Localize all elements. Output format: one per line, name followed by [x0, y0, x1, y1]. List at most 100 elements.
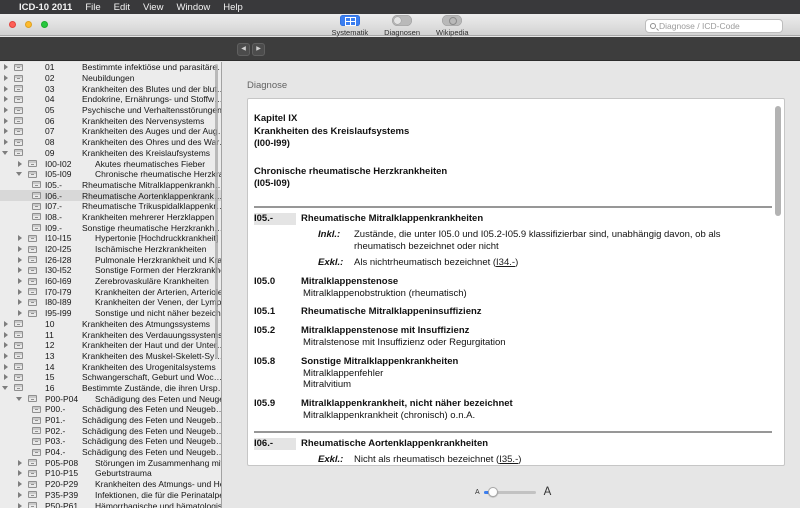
tree-row-02[interactable]: 02Neubildungen: [0, 73, 221, 84]
tree-row-01[interactable]: 01Bestimmte infektiöse und parasitäre…: [0, 62, 221, 73]
app-menu-title[interactable]: ICD-10 2011: [19, 2, 72, 13]
tree-row-P03.-[interactable]: P03.-Schädigung des Feten und Neugeb…: [0, 436, 221, 447]
chevron-right-icon[interactable]: [4, 107, 8, 113]
chevron-down-icon[interactable]: [16, 172, 22, 176]
chevron-right-icon[interactable]: [4, 374, 8, 380]
chevron-right-icon[interactable]: [4, 353, 8, 359]
tree-row-I80-I89[interactable]: I80-I89Krankheiten der Venen, der Lymphg…: [0, 297, 221, 308]
tree-row-12[interactable]: 12Krankheiten der Haut und der Unter…: [0, 340, 221, 351]
sidebar-scrollbar[interactable]: [215, 64, 218, 359]
tree-row-I30-I52[interactable]: I30-I52Sonstige Formen der Herzkrankheit: [0, 265, 221, 276]
chevron-right-icon[interactable]: [18, 299, 22, 305]
menubar-item-window[interactable]: Window: [176, 2, 210, 13]
tree-row-P35-P39[interactable]: P35-P39Infektionen, die für die Perinata…: [0, 490, 221, 501]
chevron-right-icon[interactable]: [18, 235, 22, 241]
tree-row-I05-I09[interactable]: I05-I09Chronische rheumatische Herzkran…: [0, 169, 221, 180]
tree-row-08[interactable]: 08Krankheiten des Ohres und des War…: [0, 137, 221, 148]
tree-row-I05.-[interactable]: I05.-Rheumatische Mitralklappenkrankh…: [0, 180, 221, 191]
chevron-down-icon[interactable]: [16, 397, 22, 401]
toolbar-button-systematik[interactable]: Systematik: [331, 15, 368, 37]
chevron-right-icon[interactable]: [18, 460, 22, 466]
chevron-right-icon[interactable]: [18, 310, 22, 316]
tree-row-I60-I69[interactable]: I60-I69Zerebrovaskuläre Krankheiten: [0, 276, 221, 287]
chevron-right-icon[interactable]: [18, 278, 22, 284]
doc-code-column: I05.8: [254, 356, 301, 391]
tree-row-06[interactable]: 06Krankheiten des Nervensystems: [0, 115, 221, 126]
chevron-right-icon[interactable]: [4, 342, 8, 348]
menubar-item-edit[interactable]: Edit: [114, 2, 130, 13]
chevron-right-icon[interactable]: [4, 86, 8, 92]
tree-row-I06.-[interactable]: I06.-Rheumatische Aortenklappenkrank…: [0, 190, 221, 201]
tree-row-15[interactable]: 15Schwangerschaft, Geburt und Woc…: [0, 372, 221, 383]
search-input[interactable]: [659, 21, 778, 31]
disclosure-slot: [0, 386, 14, 390]
chevron-down-icon[interactable]: [2, 386, 8, 390]
back-button[interactable]: ◀: [237, 43, 250, 56]
tree-row-I26-I28[interactable]: I26-I28Pulmonale Herzkrankheit und Krank…: [0, 254, 221, 265]
chevron-right-icon[interactable]: [18, 257, 22, 263]
menubar-item-file[interactable]: File: [85, 2, 100, 13]
tree-row-P02.-[interactable]: P02.-Schädigung des Feten und Neugeb…: [0, 425, 221, 436]
tree-row-I08.-[interactable]: I08.-Krankheiten mehrerer Herzklappen: [0, 212, 221, 223]
disclosure-slot: [0, 492, 28, 498]
chevron-right-icon[interactable]: [4, 118, 8, 124]
slider-track[interactable]: [484, 491, 536, 494]
diagnosis-code-link[interactable]: I34.-: [496, 257, 515, 268]
tree-row-04[interactable]: 04Endokrine, Ernährungs- und Stoffw…: [0, 94, 221, 105]
tree-row-I10-I15[interactable]: I10-I15Hypertonie [Hochdruckkrankheit]: [0, 233, 221, 244]
tree-row-14[interactable]: 14Krankheiten des Urogenitalsystems: [0, 361, 221, 372]
tree-row-P04.-[interactable]: P04.-Schädigung des Feten und Neugeb…: [0, 447, 221, 458]
tree-row-05[interactable]: 05Psychische und Verhaltensstörungen: [0, 105, 221, 116]
chevron-right-icon[interactable]: [4, 75, 8, 81]
chevron-right-icon[interactable]: [18, 470, 22, 476]
chevron-right-icon[interactable]: [4, 96, 8, 102]
tree-row-P20-P29[interactable]: P20-P29Krankheiten des Atmungs- und Her…: [0, 479, 221, 490]
tree-item-label: Schädigung des Feten und Neugeb…: [82, 426, 221, 436]
chevron-right-icon[interactable]: [4, 128, 8, 134]
chevron-right-icon[interactable]: [4, 332, 8, 338]
doc-code-column: I06.-: [254, 438, 301, 466]
tree-row-03[interactable]: 03Krankheiten des Blutes und der blut…: [0, 83, 221, 94]
chevron-right-icon[interactable]: [18, 161, 22, 167]
slider-knob[interactable]: [488, 487, 498, 497]
tree-row-P00.-[interactable]: P00.-Schädigung des Feten und Neugeb…: [0, 404, 221, 415]
tree-row-P10-P15[interactable]: P10-P15Geburtstrauma: [0, 468, 221, 479]
tree-row-P50-P61[interactable]: P50-P61Hämorrhagische und hämatologisc…: [0, 500, 221, 508]
toolbar-button-wikipedia[interactable]: Wikipedia: [436, 15, 469, 37]
forward-button[interactable]: ▶: [252, 43, 265, 56]
chevron-right-icon[interactable]: [18, 267, 22, 273]
tree-row-10[interactable]: 10Krankheiten des Atmungssystems: [0, 319, 221, 330]
chevron-right-icon[interactable]: [18, 481, 22, 487]
chevron-right-icon[interactable]: [4, 364, 8, 370]
chevron-down-icon[interactable]: [2, 151, 8, 155]
menubar-item-help[interactable]: Help: [223, 2, 243, 13]
chevron-right-icon[interactable]: [4, 64, 8, 70]
chevron-right-icon[interactable]: [18, 246, 22, 252]
tree-row-I09.-[interactable]: I09.-Sonstige rheumatische Herzkrankh…: [0, 222, 221, 233]
toolbar-button-diagnosen[interactable]: Diagnosen: [384, 15, 420, 37]
tree-row-I07.-[interactable]: I07.-Rheumatische Trikuspidalklappenkr…: [0, 201, 221, 212]
tree-row-I20-I25[interactable]: I20-I25Ischämische Herzkrankheiten: [0, 244, 221, 255]
note-label: Inkl.:: [318, 229, 354, 253]
tree-row-16[interactable]: 16Bestimmte Zustände, die ihren Ursp…: [0, 383, 221, 394]
tree-row-13[interactable]: 13Krankheiten des Muskel-Skelett-Sy…: [0, 351, 221, 362]
tree-row-P01.-[interactable]: P01.-Schädigung des Feten und Neugeb…: [0, 415, 221, 426]
tree-row-I95-I99[interactable]: I95-I99Sonstige und nicht näher bezeichn…: [0, 308, 221, 319]
tree-row-11[interactable]: 11Krankheiten des Verdauungssystems: [0, 329, 221, 340]
document-scrollbar[interactable]: [775, 106, 781, 216]
menubar-item-view[interactable]: View: [143, 2, 163, 13]
tree-row-P00-P04[interactable]: P00-P04Schädigung des Feten und Neugeb…: [0, 393, 221, 404]
diagnosis-code-link[interactable]: I35.-: [499, 454, 518, 465]
chevron-right-icon[interactable]: [4, 139, 8, 145]
tree-row-I00-I02[interactable]: I00-I02Akutes rheumatisches Fieber: [0, 158, 221, 169]
search-field[interactable]: [645, 19, 783, 33]
chevron-right-icon[interactable]: [18, 492, 22, 498]
chevron-right-icon[interactable]: [18, 503, 22, 508]
chevron-right-icon[interactable]: [18, 289, 22, 295]
disclosure-slot: [0, 172, 28, 176]
tree-row-07[interactable]: 07Krankheiten des Auges und der Aug…: [0, 126, 221, 137]
tree-row-P05-P08[interactable]: P05-P08Störungen im Zusammenhang mit d…: [0, 457, 221, 468]
tree-row-09[interactable]: 09Krankheiten des Kreislaufsystems: [0, 148, 221, 159]
chevron-right-icon[interactable]: [4, 321, 8, 327]
tree-row-I70-I79[interactable]: I70-I79Krankheiten der Arterien, Arterio…: [0, 286, 221, 297]
